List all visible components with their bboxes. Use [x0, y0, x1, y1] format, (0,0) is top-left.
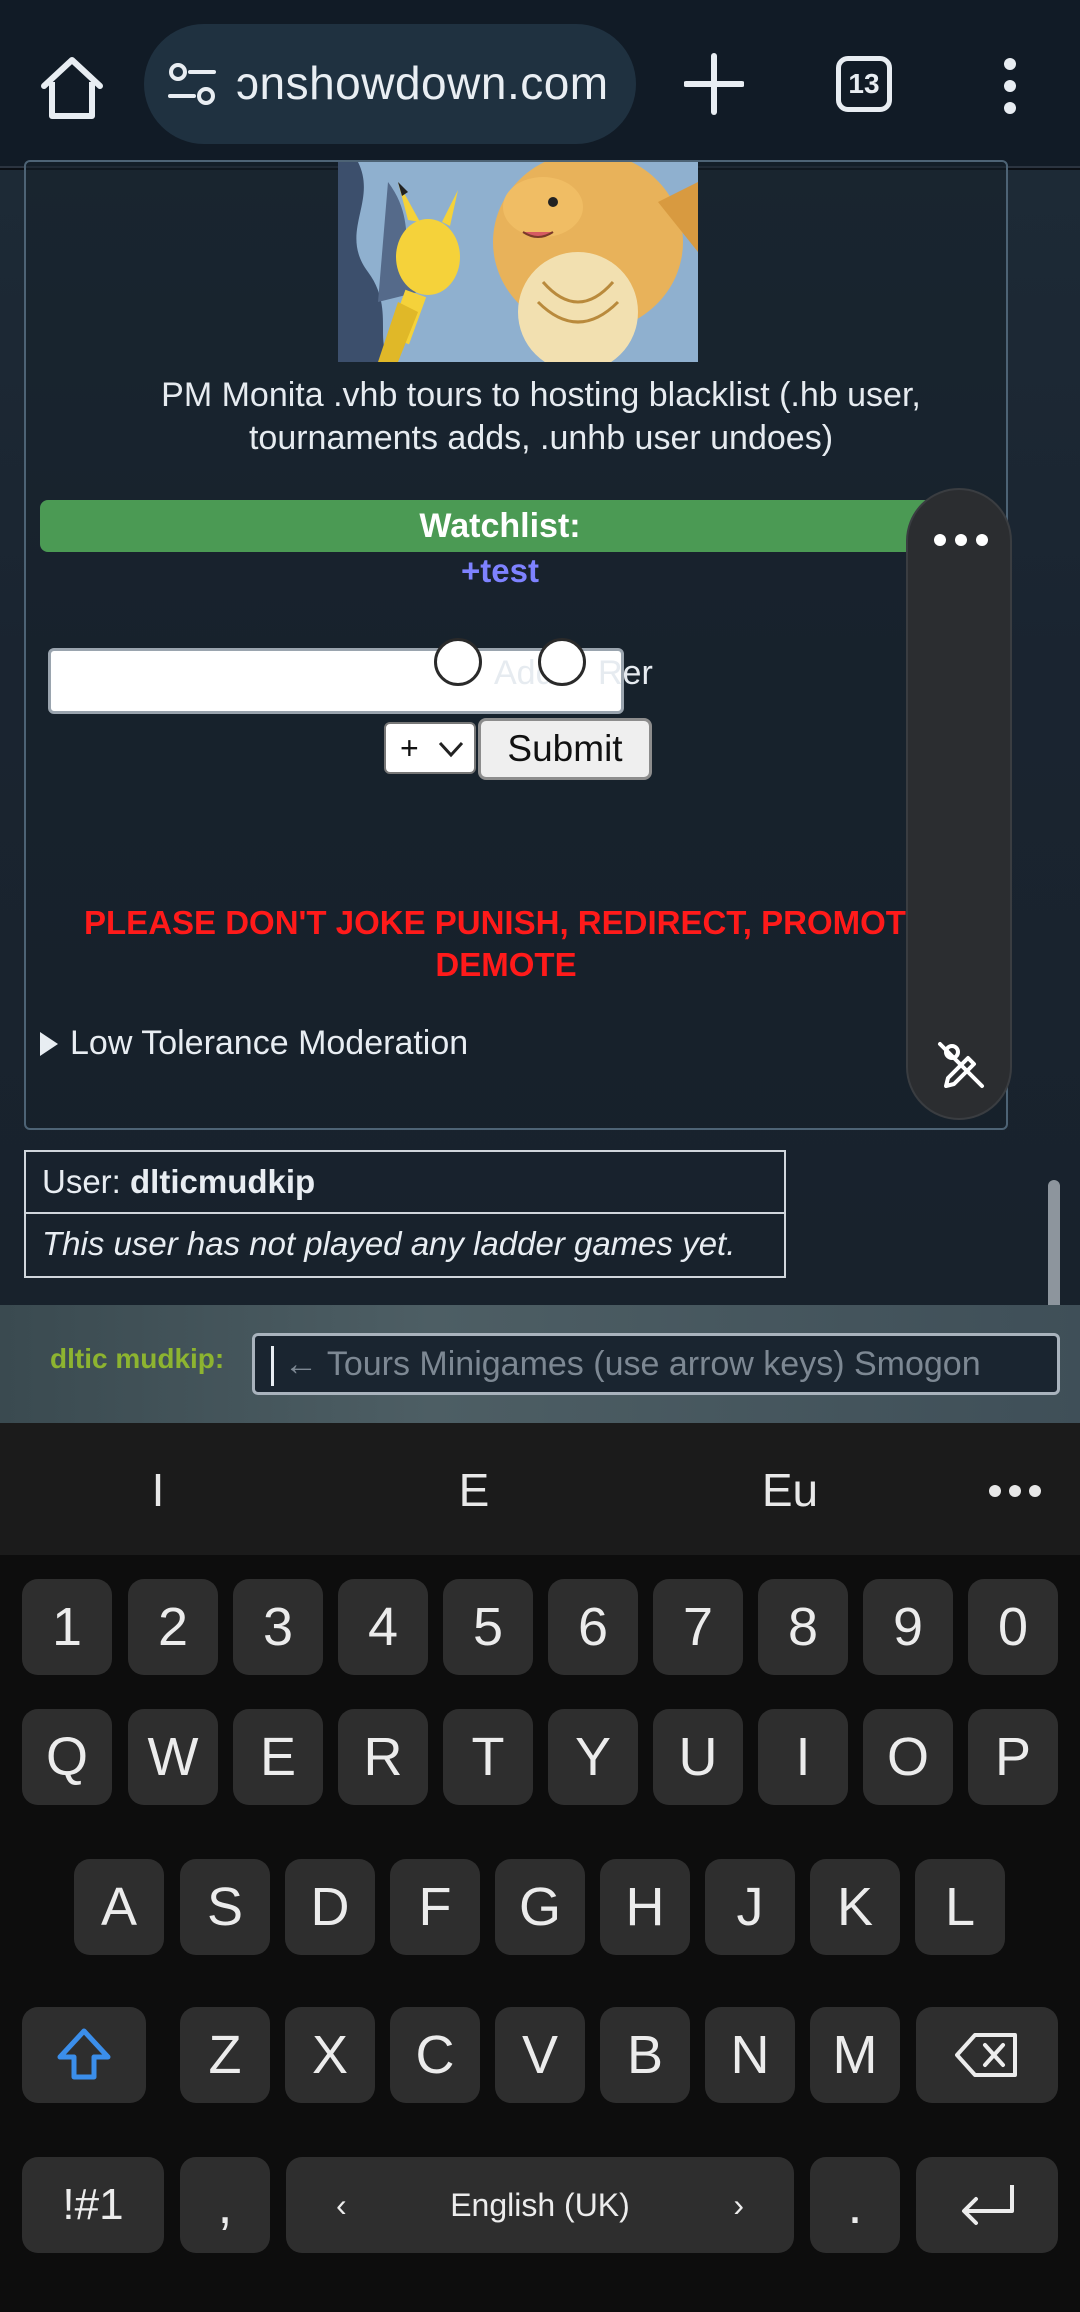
user-label: User:: [42, 1163, 131, 1200]
chat-input-placeholder: ← Tours Minigames (use arrow keys) Smogo…: [284, 1345, 981, 1383]
more-menu-icon[interactable]: [990, 56, 1030, 116]
enter-key[interactable]: [916, 2157, 1058, 2253]
suggestion-2[interactable]: E: [374, 1463, 574, 1517]
low-tolerance-moderation-toggle[interactable]: Low Tolerance Moderation: [40, 1024, 468, 1063]
key-1[interactable]: 1: [22, 1579, 112, 1675]
hosting-blacklist-caption: PM Monita .vhb tours to hosting blacklis…: [161, 376, 921, 457]
language-label: English (UK): [450, 2187, 630, 2223]
key-e[interactable]: E: [233, 1709, 323, 1805]
more-suggestions-icon[interactable]: [988, 1483, 1042, 1499]
address-bar[interactable]: ɔnshowdown.com: [144, 24, 636, 144]
radio-add[interactable]: [434, 638, 482, 686]
comma-key[interactable]: ,: [180, 2157, 270, 2253]
key-s[interactable]: S: [180, 1859, 270, 1955]
key-a[interactable]: A: [74, 1859, 164, 1955]
key-t[interactable]: T: [443, 1709, 533, 1805]
user-ladder-box: User: dlticmudkip This user has not play…: [24, 1150, 786, 1278]
backspace-key[interactable]: [916, 2007, 1058, 2103]
user-row: User: dlticmudkip: [26, 1152, 784, 1214]
key-7[interactable]: 7: [653, 1579, 743, 1675]
key-5[interactable]: 5: [443, 1579, 533, 1675]
chat-bar: dltic mudkip: ← Tours Minigames (use arr…: [0, 1305, 1080, 1423]
text-caret: [271, 1346, 274, 1387]
key-b[interactable]: B: [600, 2007, 690, 2103]
submit-button[interactable]: Submit: [478, 718, 652, 780]
disclosure-triangle-icon: [40, 1032, 58, 1056]
new-tab-icon[interactable]: [684, 50, 744, 118]
onscreen-keyboard: I E Eu 1 2 3 4 5 6 7 8 9 0 Q W E R T Y U…: [0, 1423, 1080, 2312]
key-j[interactable]: J: [705, 1859, 795, 1955]
key-h[interactable]: H: [600, 1859, 690, 1955]
key-y[interactable]: Y: [548, 1709, 638, 1805]
floating-tool-panel: [906, 488, 1012, 1120]
cursor-left-icon: ‹: [336, 2187, 347, 2223]
key-9[interactable]: 9: [863, 1579, 953, 1675]
action-select[interactable]: +: [384, 722, 476, 774]
key-2[interactable]: 2: [128, 1579, 218, 1675]
ladder-note: This user has not played any ladder game…: [42, 1225, 736, 1262]
cursor-right-icon: ›: [733, 2187, 744, 2223]
key-p[interactable]: P: [968, 1709, 1058, 1805]
url-text[interactable]: ɔnshowdown.com: [236, 56, 609, 110]
key-v[interactable]: V: [495, 2007, 585, 2103]
tab-switcher-button[interactable]: 13: [836, 56, 892, 112]
watchlist-header: Watchlist:: [40, 500, 960, 552]
pokemon-image: [338, 162, 698, 362]
key-8[interactable]: 8: [758, 1579, 848, 1675]
key-w[interactable]: W: [128, 1709, 218, 1805]
watchlist-entry[interactable]: +test: [40, 552, 960, 590]
moderation-warning: PLEASE DON'T JOKE PUNISH, REDIRECT, PROM…: [84, 904, 928, 983]
page-content: PM Monita .vhb tours to hosting blacklis…: [0, 160, 1080, 1460]
space-key[interactable]: ‹ English (UK) ›: [286, 2157, 794, 2253]
key-g[interactable]: G: [495, 1859, 585, 1955]
radio-remove[interactable]: [538, 638, 586, 686]
key-o[interactable]: O: [863, 1709, 953, 1805]
key-c[interactable]: C: [390, 2007, 480, 2103]
key-n[interactable]: N: [705, 2007, 795, 2103]
pen-off-icon[interactable]: [934, 1038, 988, 1092]
key-u[interactable]: U: [653, 1709, 743, 1805]
key-q[interactable]: Q: [22, 1709, 112, 1805]
chat-username: dltic mudkip:: [50, 1343, 225, 1374]
shift-key[interactable]: [22, 2007, 146, 2103]
key-i[interactable]: I: [758, 1709, 848, 1805]
radio-remove-label: Rer: [598, 654, 653, 692]
site-settings-icon[interactable]: [166, 60, 218, 108]
key-0[interactable]: 0: [968, 1579, 1058, 1675]
key-l[interactable]: L: [915, 1859, 1005, 1955]
more-options-icon[interactable]: [930, 530, 992, 550]
room-intro-panel: PM Monita .vhb tours to hosting blacklis…: [24, 160, 1008, 1130]
key-z[interactable]: Z: [180, 2007, 270, 2103]
username[interactable]: dlticmudkip: [130, 1163, 315, 1200]
suggestion-strip: I E Eu: [0, 1423, 1080, 1555]
key-4[interactable]: 4: [338, 1579, 428, 1675]
chevron-down-icon: [438, 741, 464, 758]
suggestion-3[interactable]: Eu: [690, 1463, 890, 1517]
key-x[interactable]: X: [285, 2007, 375, 2103]
key-d[interactable]: D: [285, 1859, 375, 1955]
symbols-key[interactable]: !#1: [22, 2157, 164, 2253]
suggestion-1[interactable]: I: [58, 1463, 258, 1517]
low-tolerance-label: Low Tolerance Moderation: [70, 1024, 469, 1062]
enter-icon: [962, 2185, 1014, 2225]
key-r[interactable]: R: [338, 1709, 428, 1805]
period-key[interactable]: .: [810, 2157, 900, 2253]
key-6[interactable]: 6: [548, 1579, 638, 1675]
key-m[interactable]: M: [810, 2007, 900, 2103]
home-icon[interactable]: [36, 52, 108, 124]
chat-message-input[interactable]: ← Tours Minigames (use arrow keys) Smogo…: [252, 1333, 1060, 1395]
action-select-value: +: [400, 730, 419, 766]
key-3[interactable]: 3: [233, 1579, 323, 1675]
shift-icon: [57, 2028, 111, 2080]
backspace-icon: [955, 2033, 1017, 2077]
key-k[interactable]: K: [810, 1859, 900, 1955]
key-f[interactable]: F: [390, 1859, 480, 1955]
browser-toolbar: ɔnshowdown.com 13: [0, 0, 1080, 168]
